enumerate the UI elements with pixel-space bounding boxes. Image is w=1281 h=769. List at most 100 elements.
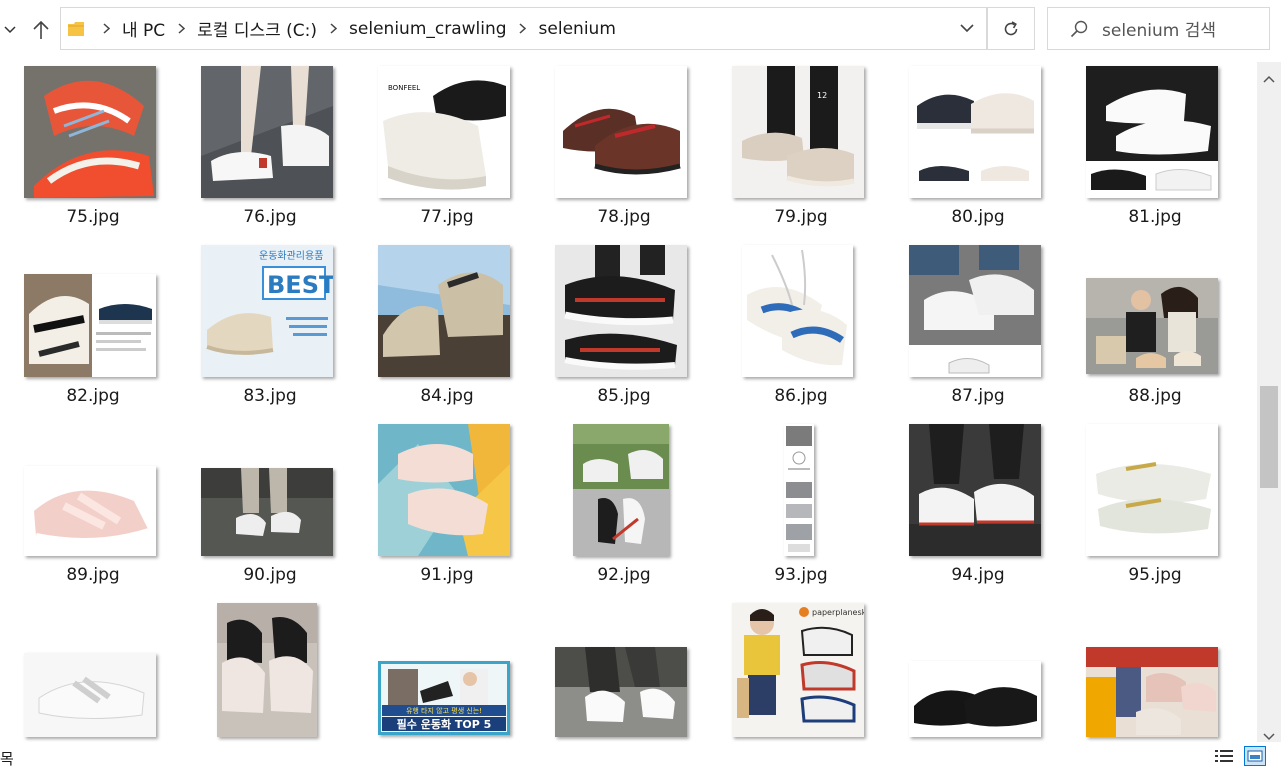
- file-item[interactable]: [544, 599, 704, 742]
- file-name: 92.jpg: [597, 565, 651, 585]
- file-item[interactable]: 88.jpg: [1075, 241, 1235, 413]
- image-thumbnail: [573, 424, 669, 556]
- status-bar: 목: [0, 742, 1281, 769]
- search-placeholder: selenium 검색: [1102, 21, 1217, 41]
- status-text: 목: [0, 750, 14, 768]
- svg-text:12: 12: [817, 91, 827, 100]
- file-item[interactable]: 95.jpg: [1075, 420, 1235, 592]
- file-item[interactable]: 93.jpg: [721, 420, 881, 592]
- image-thumbnail: [909, 245, 1041, 377]
- file-item[interactable]: [898, 599, 1058, 742]
- breadcrumb-my-pc[interactable]: 내 PC: [122, 16, 165, 41]
- image-thumbnail: [24, 66, 156, 198]
- file-item[interactable]: paperplaneskids: [721, 599, 881, 742]
- vertical-scrollbar[interactable]: [1257, 62, 1281, 742]
- file-name: 83.jpg: [243, 386, 297, 406]
- thumb-banner-main: 필수 운동화 TOP 5: [397, 717, 492, 731]
- image-thumbnail: [1086, 278, 1218, 374]
- file-item[interactable]: 85.jpg: [544, 241, 704, 413]
- image-thumbnail: [742, 245, 853, 377]
- thumb-title: 운동화관리용품: [259, 250, 323, 262]
- image-thumbnail: [555, 245, 687, 377]
- image-thumbnail: [24, 466, 156, 556]
- image-thumbnail: 운동화관리용품 BEST: [201, 245, 333, 377]
- file-item[interactable]: BONFEEL 77.jpg: [367, 62, 527, 234]
- image-thumbnail: BONFEEL: [378, 66, 510, 198]
- file-item[interactable]: 81.jpg: [1075, 62, 1235, 234]
- file-item[interactable]: 12 79.jpg: [721, 62, 881, 234]
- file-name: 79.jpg: [774, 207, 828, 227]
- file-item[interactable]: 94.jpg: [898, 420, 1058, 592]
- file-name: 94.jpg: [951, 565, 1005, 585]
- file-list: 75.jpg 76.jpg BONFEEL 77.jpg 78.jpg 12 7…: [0, 62, 1257, 742]
- file-name: 84.jpg: [420, 386, 474, 406]
- address-toolbar: 내 PC 로컬 디스크 (C:) selenium_crawling selen…: [0, 0, 1281, 62]
- large-icons-view-icon[interactable]: [1244, 746, 1266, 766]
- file-item[interactable]: 75.jpg: [13, 62, 173, 234]
- file-name: 90.jpg: [243, 565, 297, 585]
- search-box[interactable]: selenium 검색: [1047, 7, 1270, 50]
- file-name: 75.jpg: [66, 207, 120, 227]
- file-item[interactable]: 80.jpg: [898, 62, 1058, 234]
- image-thumbnail: [555, 66, 687, 198]
- file-item[interactable]: 84.jpg: [367, 241, 527, 413]
- breadcrumb-selenium[interactable]: selenium: [539, 19, 616, 39]
- breadcrumb-chevron-icon[interactable]: [99, 22, 113, 36]
- image-thumbnail: [784, 424, 814, 556]
- file-item[interactable]: 91.jpg: [367, 420, 527, 592]
- file-item[interactable]: 운동화관리용품 BEST 83.jpg: [190, 241, 350, 413]
- file-name: 87.jpg: [951, 386, 1005, 406]
- image-thumbnail: paperplaneskids: [732, 603, 864, 737]
- image-thumbnail: [1086, 66, 1218, 198]
- image-thumbnail: [1086, 647, 1218, 737]
- file-item[interactable]: 78.jpg: [544, 62, 704, 234]
- file-item[interactable]: 90.jpg: [190, 420, 350, 592]
- image-thumbnail: 유행 타지 않고 평생 신는! 필수 운동화 TOP 5: [378, 661, 510, 735]
- image-thumbnail: [909, 424, 1041, 556]
- image-thumbnail: [217, 603, 317, 737]
- image-thumbnail: [909, 661, 1041, 737]
- file-item[interactable]: [1075, 599, 1235, 742]
- recent-locations-chevron-icon[interactable]: [0, 12, 20, 48]
- file-item[interactable]: 87.jpg: [898, 241, 1058, 413]
- file-name: 86.jpg: [774, 386, 828, 406]
- file-item[interactable]: 86.jpg: [721, 241, 881, 413]
- file-item[interactable]: 유행 타지 않고 평생 신는! 필수 운동화 TOP 5: [367, 599, 527, 742]
- file-name: 78.jpg: [597, 207, 651, 227]
- thumb-banner-top: 유행 타지 않고 평생 신는!: [406, 706, 482, 715]
- image-thumbnail: [24, 653, 156, 737]
- scroll-up-arrow-icon[interactable]: [1263, 68, 1275, 87]
- breadcrumb-chevron-icon[interactable]: [326, 22, 340, 36]
- file-name: 77.jpg: [420, 207, 474, 227]
- brand-text: BONFEEL: [388, 84, 420, 92]
- scrollbar-thumb[interactable]: [1260, 386, 1278, 488]
- image-thumbnail: [201, 468, 333, 556]
- file-name: 91.jpg: [420, 565, 474, 585]
- breadcrumb-chevron-icon[interactable]: [174, 22, 188, 36]
- address-dropdown-icon[interactable]: [947, 7, 987, 50]
- up-arrow-icon[interactable]: [28, 12, 54, 48]
- file-name: 80.jpg: [951, 207, 1005, 227]
- brand-text: paperplaneskids: [812, 608, 864, 617]
- breadcrumb-chevron-icon[interactable]: [516, 22, 530, 36]
- file-item[interactable]: [13, 599, 173, 742]
- details-view-icon[interactable]: [1213, 746, 1235, 766]
- file-item[interactable]: 76.jpg: [190, 62, 350, 234]
- file-name: 88.jpg: [1128, 386, 1182, 406]
- refresh-icon[interactable]: [987, 7, 1035, 50]
- breadcrumb-selenium-crawling[interactable]: selenium_crawling: [349, 19, 507, 39]
- file-name: 95.jpg: [1128, 565, 1182, 585]
- image-thumbnail: [378, 424, 510, 556]
- image-thumbnail: [378, 245, 510, 377]
- file-item[interactable]: 89.jpg: [13, 420, 173, 592]
- image-thumbnail: [24, 274, 156, 377]
- image-thumbnail: [201, 66, 333, 198]
- breadcrumb-local-disk[interactable]: 로컬 디스크 (C:): [197, 16, 317, 41]
- image-thumbnail: 12: [732, 66, 864, 198]
- file-item[interactable]: [190, 599, 350, 742]
- file-item[interactable]: 82.jpg: [13, 241, 173, 413]
- file-name: 81.jpg: [1128, 207, 1182, 227]
- address-bar[interactable]: 내 PC 로컬 디스크 (C:) selenium_crawling selen…: [60, 7, 987, 50]
- image-thumbnail: [909, 66, 1041, 198]
- file-item[interactable]: 92.jpg: [544, 420, 704, 592]
